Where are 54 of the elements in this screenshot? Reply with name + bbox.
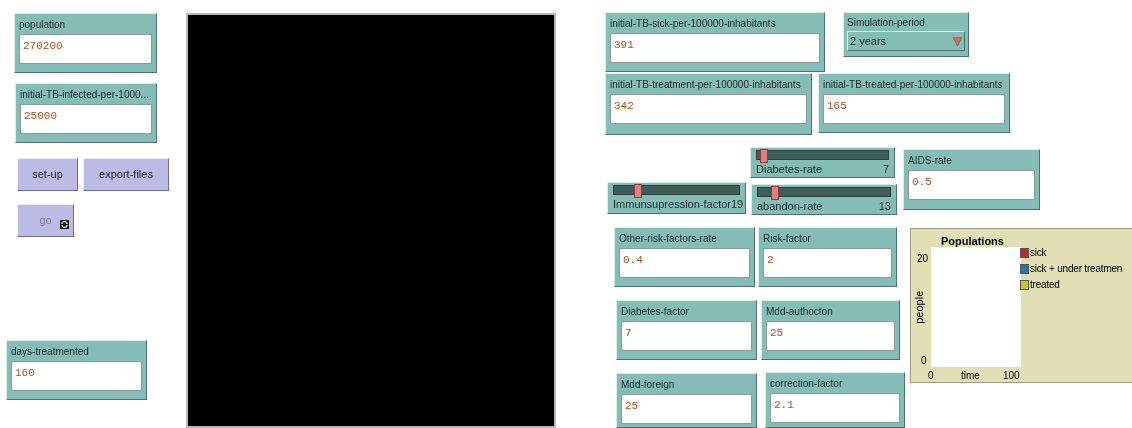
input-label: Mdd-authocton <box>766 305 834 318</box>
slider-label: Diabetes-rate <box>756 162 823 176</box>
slider-label: abandon-rate <box>757 199 823 213</box>
dropdown-arrow-icon <box>953 36 962 46</box>
legend-label: sick <box>1030 247 1047 259</box>
input-field[interactable]: 342 <box>610 94 807 124</box>
plot-title: Populations <box>941 234 1004 249</box>
legend-label: sick + under treatmen <box>1030 263 1123 275</box>
input-label: initial-TB-sick-per-100000-inhabitants <box>610 17 777 30</box>
y-tick-label: 20 <box>917 252 929 266</box>
input-label: population <box>19 18 67 31</box>
x-axis-label: time <box>961 369 980 383</box>
input-field[interactable]: 391 <box>610 33 820 63</box>
command-button[interactable]: export-files <box>83 158 169 191</box>
input-field[interactable]: 0.4 <box>619 248 750 278</box>
slider-value: 7 <box>882 162 889 176</box>
command-button[interactable]: set-up <box>17 158 78 191</box>
input-field[interactable]: 25 <box>621 394 752 424</box>
input-field[interactable]: 270200 <box>19 34 152 64</box>
input-label: initial-TB-infected-per-1000... <box>20 88 150 101</box>
input-label: Diabetes-factor <box>621 305 690 318</box>
input-field[interactable]: 2 <box>763 248 892 278</box>
input-label: days-treatmented <box>11 345 90 358</box>
input-label: initial-TB-treated-per-100000-inhabitants <box>823 78 1004 91</box>
x-tick-label: 100 <box>1003 369 1020 383</box>
input-field[interactable]: 165 <box>823 94 1005 124</box>
y-axis-label: people <box>912 290 927 324</box>
input-field[interactable]: 0.5 <box>908 170 1035 200</box>
slider[interactable]: Immunsupression-factor19 <box>607 182 746 214</box>
legend-label: treated <box>1030 279 1060 291</box>
slider-value: 19 <box>731 197 744 211</box>
input-label: initial-TB-treatment-per-100000-inhabitants <box>610 78 802 91</box>
input-field[interactable]: 25 <box>766 321 895 351</box>
loop-icon <box>60 220 69 229</box>
input-label: AIDS-rate <box>908 154 953 167</box>
slider[interactable]: abandon-rate 13 <box>751 184 897 215</box>
slider[interactable]: Diabetes-rate 7 <box>750 147 895 178</box>
input-label: Other-risk-factors-rate <box>619 232 718 245</box>
input-field[interactable]: 2.1 <box>770 393 900 423</box>
chooser-label: Simulation-period <box>847 16 926 29</box>
input-field[interactable]: 160 <box>11 361 142 391</box>
dropdown[interactable]: 2 years <box>847 31 965 51</box>
y-tick-label: 0 <box>921 354 927 368</box>
input-label: Risk-factor <box>763 232 812 245</box>
slider-label: Immunsupression-factor <box>613 197 731 211</box>
slider-thumb[interactable] <box>759 149 768 163</box>
slider-thumb[interactable] <box>633 184 642 198</box>
input-field[interactable]: 25000 <box>20 104 152 134</box>
input-field[interactable]: 7 <box>621 321 752 351</box>
input-label: Mdd-foreign <box>621 378 676 391</box>
slider-thumb[interactable] <box>771 186 780 200</box>
input-label: correction-factor <box>770 377 844 390</box>
x-tick-label: 0 <box>928 369 934 383</box>
slider-value: 13 <box>878 199 891 213</box>
